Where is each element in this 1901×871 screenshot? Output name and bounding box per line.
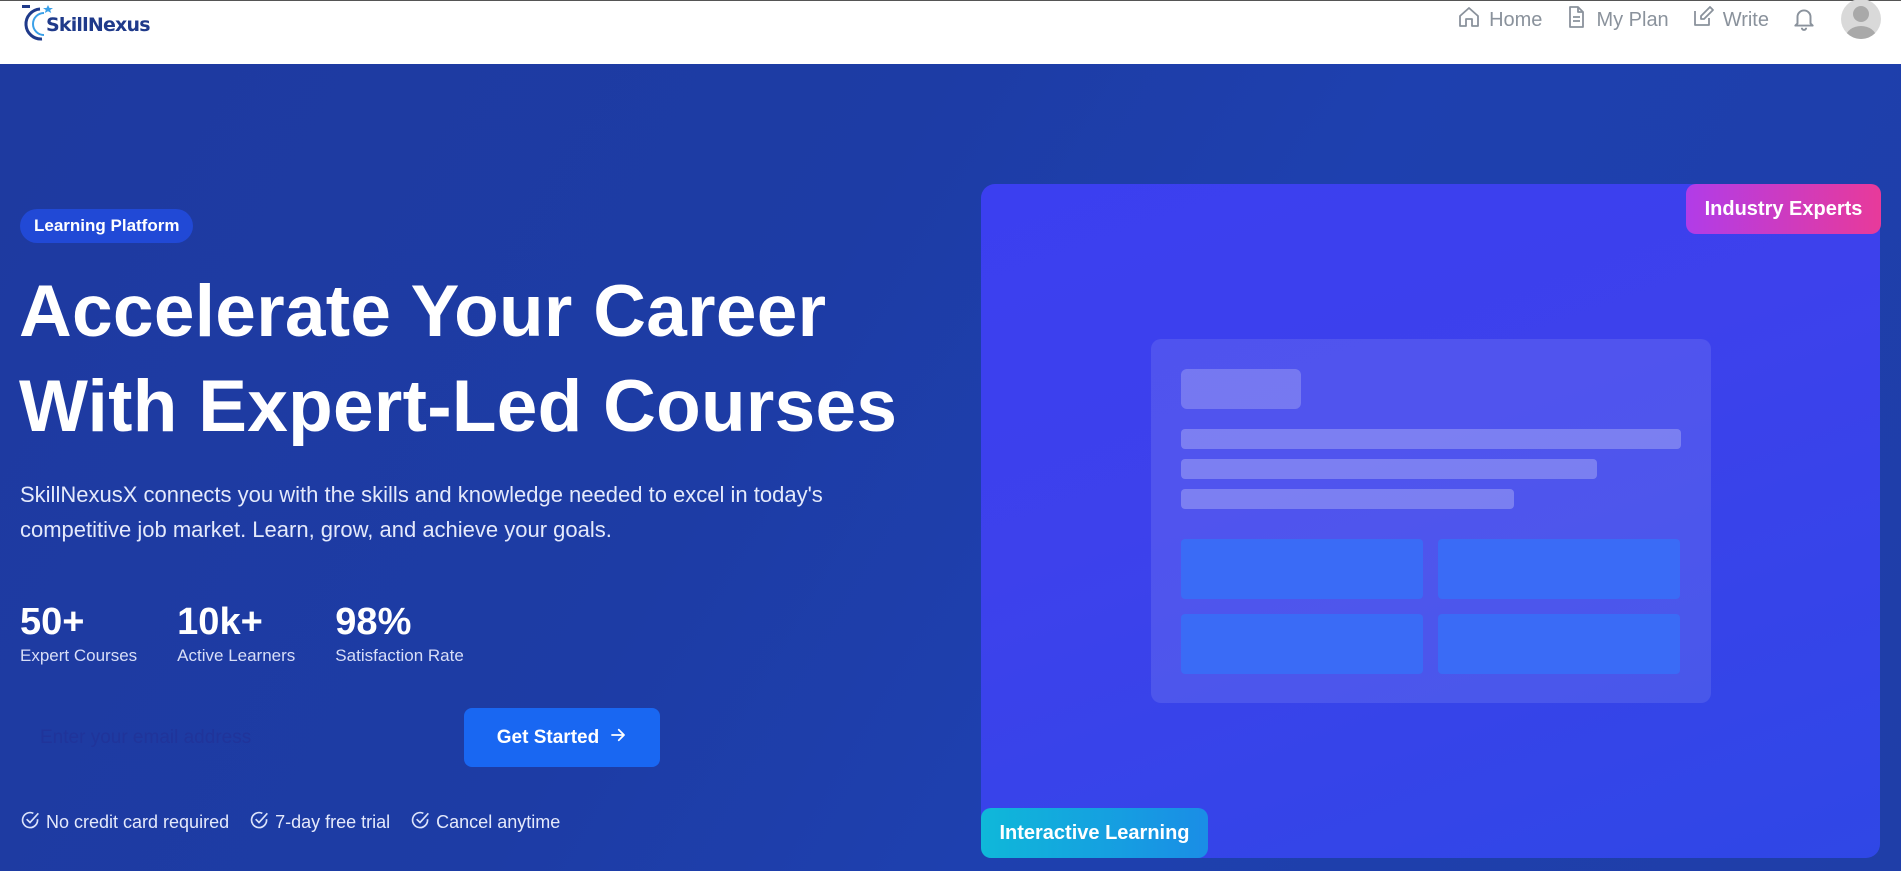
stat-value: 10k+ bbox=[177, 601, 263, 643]
skeleton-preview-card bbox=[1151, 339, 1711, 703]
headline-line-1: Accelerate Your Career bbox=[19, 271, 827, 352]
email-input[interactable] bbox=[20, 709, 450, 767]
document-icon bbox=[1564, 5, 1588, 35]
skeleton-line bbox=[1181, 459, 1597, 479]
nav-write-label: Write bbox=[1722, 8, 1769, 31]
stat-label: Active Learners bbox=[177, 646, 296, 665]
benefits-row: No credit card required 7-day free trial… bbox=[20, 810, 580, 835]
industry-experts-tag: Industry Experts bbox=[1686, 184, 1881, 234]
skeleton-line bbox=[1181, 429, 1681, 449]
stat-label: Expert Courses bbox=[20, 646, 138, 665]
nav-home-label: Home bbox=[1489, 8, 1543, 31]
check-circle-icon bbox=[410, 810, 430, 835]
nav-my-plan[interactable]: My Plan bbox=[1564, 5, 1669, 35]
stat-value: 50+ bbox=[20, 601, 85, 643]
skeleton-block bbox=[1438, 539, 1680, 599]
benefit-item: No credit card required bbox=[20, 810, 229, 835]
check-circle-icon bbox=[249, 810, 269, 835]
home-icon bbox=[1457, 5, 1481, 35]
platform-badge: Learning Platform bbox=[20, 209, 194, 243]
hero-visual-card: Industry Experts Interactive Learning bbox=[981, 184, 1881, 858]
notifications-button[interactable] bbox=[1791, 5, 1817, 36]
logo-mark-icon bbox=[20, 3, 56, 43]
bell-icon bbox=[1791, 5, 1817, 36]
nav-write[interactable]: Write bbox=[1691, 5, 1769, 35]
stats-row: 50+ Expert Courses 10k+ Active Learners … bbox=[20, 600, 504, 666]
arrow-right-icon bbox=[609, 726, 627, 750]
headline-line-2: With Expert-Led Courses bbox=[19, 366, 898, 447]
skeleton-block bbox=[1438, 614, 1680, 674]
interactive-learning-tag: Interactive Learning bbox=[981, 808, 1208, 858]
subtext-line-1: SkillNexusX connects you with the skills… bbox=[20, 482, 823, 507]
stat-courses: 50+ Expert Courses bbox=[20, 600, 137, 666]
benefit-label: No credit card required bbox=[46, 812, 230, 832]
hero-subtext: SkillNexusX connects you with the skills… bbox=[20, 477, 880, 547]
user-avatar-icon[interactable] bbox=[1841, 0, 1881, 39]
nav-links: Home My Plan Write bbox=[1457, 0, 1901, 39]
hero-headline: Accelerate Your Career With Expert-Led C… bbox=[19, 264, 919, 454]
check-circle-icon bbox=[20, 810, 40, 835]
stat-label: Satisfaction Rate bbox=[335, 646, 464, 665]
stat-satisfaction: 98% Satisfaction Rate bbox=[335, 600, 464, 666]
get-started-label: Get Started bbox=[496, 726, 600, 748]
benefit-item: 7-day free trial bbox=[249, 810, 390, 835]
benefit-label: 7-day free trial bbox=[275, 812, 391, 832]
nav-home[interactable]: Home bbox=[1457, 5, 1542, 35]
logo[interactable]: SkillNexus bbox=[20, 3, 151, 43]
edit-icon bbox=[1691, 5, 1715, 35]
stat-learners: 10k+ Active Learners bbox=[177, 600, 295, 666]
skeleton-title bbox=[1181, 369, 1301, 409]
subtext-line-2: competitive job market. Learn, grow, and… bbox=[20, 517, 612, 542]
logo-text: SkillNexus bbox=[46, 14, 151, 36]
top-navbar: SkillNexus Home My Plan Write bbox=[0, 0, 1901, 64]
get-started-button[interactable]: Get Started bbox=[464, 708, 660, 767]
benefit-label: Cancel anytime bbox=[436, 812, 561, 832]
stat-value: 98% bbox=[335, 601, 412, 643]
skeleton-line bbox=[1181, 489, 1514, 509]
nav-my-plan-label: My Plan bbox=[1596, 8, 1669, 31]
skeleton-block bbox=[1181, 539, 1423, 599]
benefit-item: Cancel anytime bbox=[410, 810, 560, 835]
skeleton-block bbox=[1181, 614, 1423, 674]
